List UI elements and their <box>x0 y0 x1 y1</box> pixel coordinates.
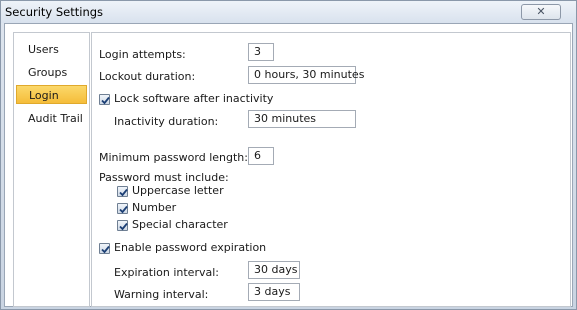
checkmark-icon <box>119 222 128 231</box>
checkmark-icon <box>119 205 128 214</box>
number-checkbox[interactable] <box>117 203 128 214</box>
warning-interval-field[interactable]: 3 days <box>248 283 300 301</box>
dialog-body: Users Groups Login Audit Trail Login att… <box>4 23 573 307</box>
checkmark-icon <box>101 96 110 105</box>
lockout-duration-label: Lockout duration: <box>99 70 196 83</box>
checkmark-icon <box>119 188 128 197</box>
nav-item-label: Audit Trail <box>28 112 83 125</box>
warning-interval-label: Warning interval: <box>114 288 209 301</box>
title-bar[interactable]: Security Settings ✕ <box>1 1 576 23</box>
min-password-length-field[interactable]: 6 <box>248 147 274 165</box>
nav-item-users[interactable]: Users <box>16 40 87 59</box>
nav-item-label: Groups <box>28 66 68 79</box>
expiration-interval-field[interactable]: 30 days <box>248 261 300 279</box>
login-settings-panel: Login attempts: 3 Lockout duration: 0 ho… <box>91 32 571 307</box>
nav-item-groups[interactable]: Groups <box>16 63 87 82</box>
login-attempts-label: Login attempts: <box>99 48 186 61</box>
checkmark-icon <box>101 245 110 254</box>
lock-after-inactivity-label: Lock software after inactivity <box>114 92 274 105</box>
nav-item-audit-trail[interactable]: Audit Trail <box>16 109 87 128</box>
min-password-length-label: Minimum password length: <box>99 151 248 164</box>
uppercase-label: Uppercase letter <box>132 184 224 197</box>
inactivity-duration-field[interactable]: 30 minutes <box>248 110 356 128</box>
nav-item-login[interactable]: Login <box>16 85 87 104</box>
nav-item-label: Login <box>29 89 59 102</box>
number-label: Number <box>132 201 177 214</box>
special-character-label: Special character <box>132 218 228 231</box>
lockout-duration-field[interactable]: 0 hours, 30 minutes <box>248 66 364 84</box>
close-button[interactable]: ✕ <box>521 4 561 20</box>
inactivity-duration-label: Inactivity duration: <box>114 115 219 128</box>
special-character-checkbox[interactable] <box>117 220 128 231</box>
password-expiration-label: Enable password expiration <box>114 241 267 254</box>
nav-item-label: Users <box>28 43 59 56</box>
login-attempts-field[interactable]: 3 <box>248 43 274 61</box>
security-settings-window: Security Settings ✕ Users Groups Login A… <box>0 0 577 310</box>
close-icon: ✕ <box>536 5 546 18</box>
settings-nav: Users Groups Login Audit Trail <box>13 32 90 307</box>
uppercase-checkbox[interactable] <box>117 186 128 197</box>
lock-after-inactivity-checkbox[interactable] <box>99 94 110 105</box>
password-must-include-label: Password must include: <box>99 171 229 184</box>
window-title: Security Settings <box>5 5 104 19</box>
expiration-interval-label: Expiration interval: <box>114 266 219 279</box>
password-expiration-checkbox[interactable] <box>99 243 110 254</box>
